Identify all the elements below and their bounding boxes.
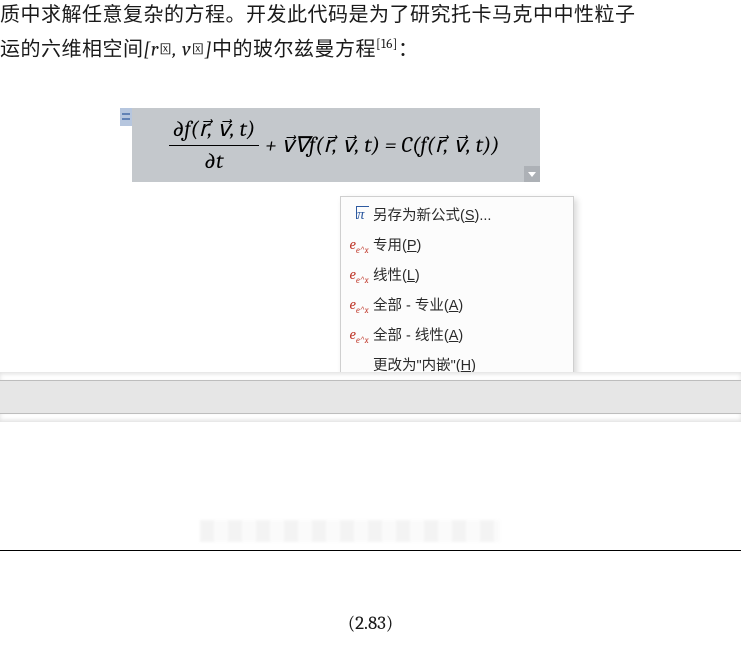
para-line2-pre: 运的六维相空间: [0, 39, 144, 61]
chevron-down-icon: [527, 169, 537, 179]
para-line2-end: ：: [398, 39, 419, 61]
linear-format-icon: ee^x: [345, 262, 373, 286]
menu-item-all-professional[interactable]: ee^x 全部 - 专业(A): [341, 289, 573, 319]
equation-move-handle[interactable]: [120, 108, 132, 126]
menu-label: 另存为新公式(S)...: [373, 204, 549, 225]
para-line2-post: 中的玻尔兹曼方程: [212, 39, 376, 61]
equation-body[interactable]: ∂f(r⃗, v⃗, t) ∂t + v⃗∇f(r⃗, v⃗, t) = C(f…: [132, 108, 540, 182]
linear-format-icon: ee^x: [345, 322, 373, 346]
save-equation-icon: π: [345, 202, 373, 226]
menu-label: 全部 - 线性(A): [373, 324, 549, 345]
citation-ref: [16]: [376, 37, 398, 52]
equation-frac-den: ∂t: [200, 148, 227, 174]
menu-item-professional[interactable]: ee^x 专用(P): [341, 229, 573, 259]
menu-item-linear[interactable]: ee^x 线性(L): [341, 259, 573, 289]
equation-number: (2.83): [0, 612, 741, 634]
page-break-gap: [0, 380, 741, 414]
professional-format-icon: ee^x: [345, 232, 373, 256]
para-line1: 质中求解任意复杂的方程。开发此代码是为了研究托卡马克中中性粒子: [0, 4, 636, 26]
phase-space-bracket: [r⃗, v⃗]: [144, 38, 213, 61]
equation-frac-num: ∂f(r⃗, v⃗, t): [169, 116, 260, 142]
menu-label: 专用(P): [373, 234, 549, 255]
menu-label: 线性(L): [373, 264, 549, 285]
footer-rule: [0, 550, 741, 551]
equation-rest: + v⃗∇f(r⃗, v⃗, t) = C(f(r⃗, v⃗, t)): [265, 132, 499, 158]
equation-object[interactable]: ∂f(r⃗, v⃗, t) ∂t + v⃗∇f(r⃗, v⃗, t) = C(f…: [120, 108, 540, 182]
professional-format-icon: ee^x: [345, 292, 373, 316]
menu-item-all-linear[interactable]: ee^x 全部 - 线性(A): [341, 319, 573, 349]
equation-math: ∂f(r⃗, v⃗, t) ∂t + v⃗∇f(r⃗, v⃗, t) = C(f…: [167, 116, 500, 174]
menu-item-save-as-new[interactable]: π 另存为新公式(S)...: [341, 199, 573, 229]
equation-options-button[interactable]: [524, 166, 540, 182]
paragraph: 质中求解任意复杂的方程。开发此代码是为了研究托卡马克中中性粒子 运的六维相空间[…: [0, 0, 735, 65]
redacted-header-text: [200, 520, 500, 542]
menu-label: 全部 - 专业(A): [373, 294, 549, 315]
